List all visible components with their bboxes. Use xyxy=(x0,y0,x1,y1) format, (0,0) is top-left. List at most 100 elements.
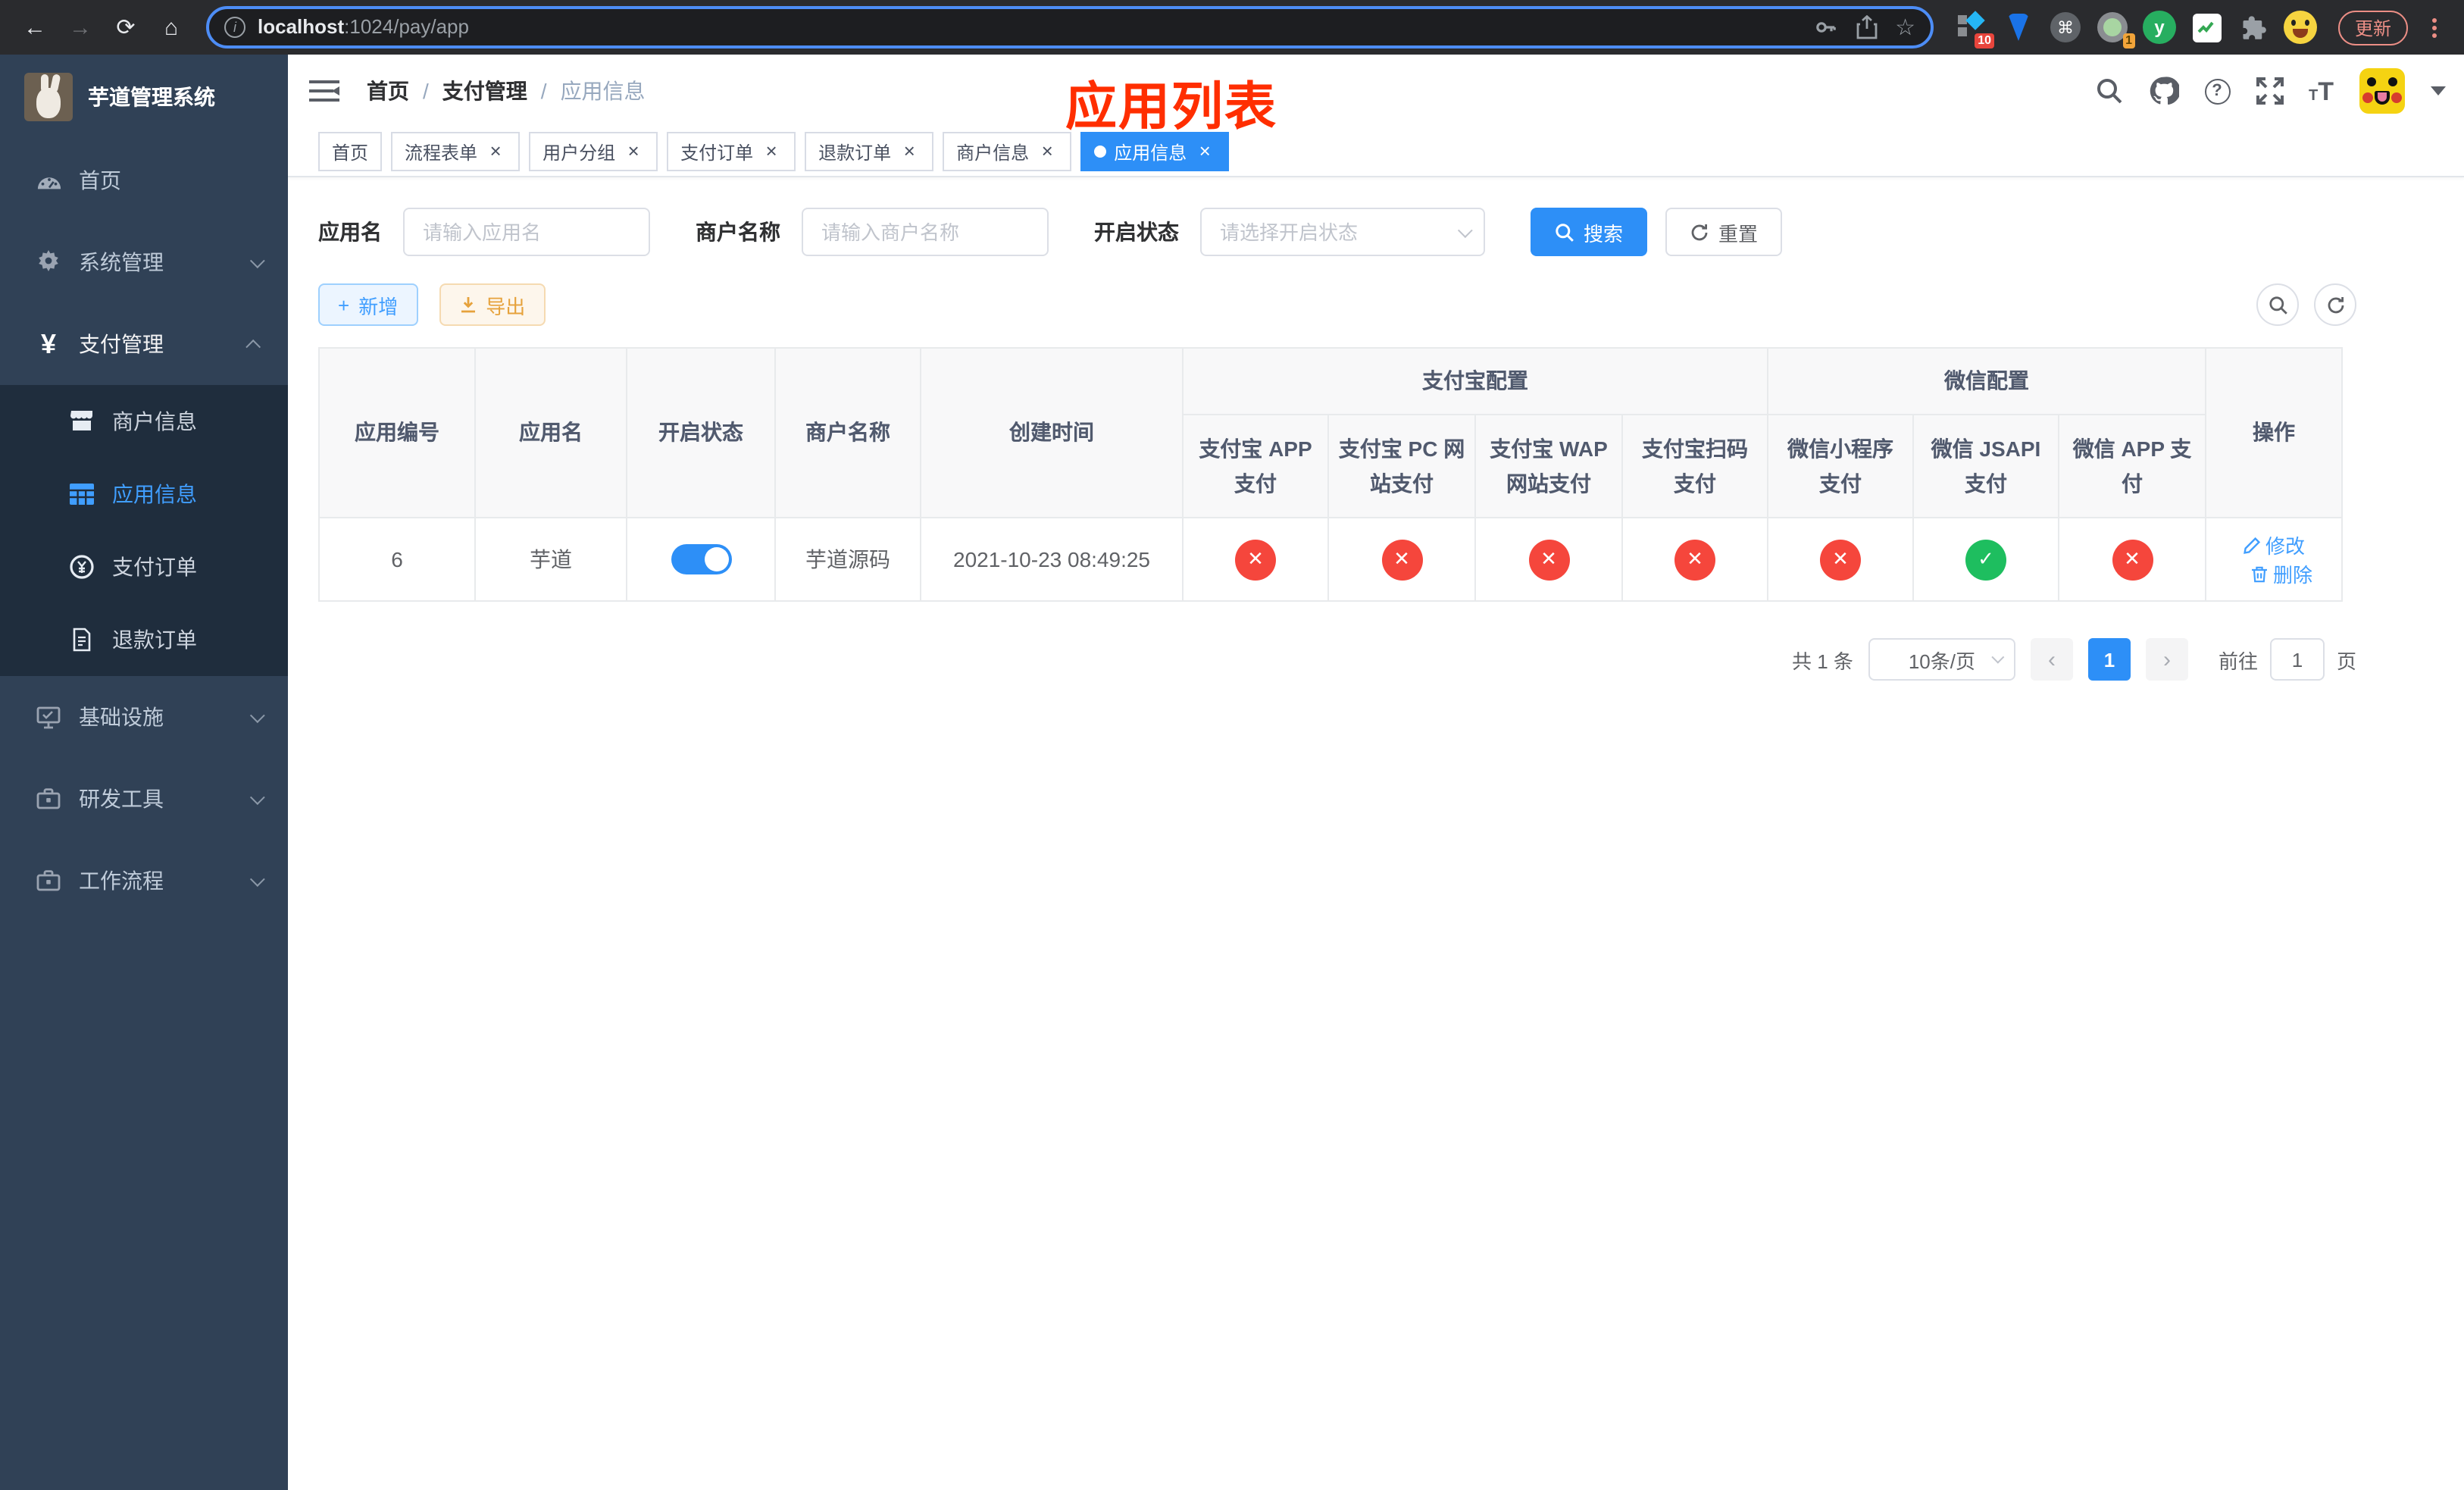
avatar[interactable] xyxy=(2359,68,2405,114)
col-header-create-time: 创建时间 xyxy=(920,347,1184,518)
tab-label: 应用信息 xyxy=(1114,142,1187,163)
extension-chart-icon[interactable] xyxy=(2190,11,2223,44)
sidebar-logo[interactable]: 芋道管理系统 xyxy=(0,55,288,139)
status-cross-icon: ✕ xyxy=(1235,539,1276,580)
cell-app-name: 芋道 xyxy=(474,517,627,602)
status-cross-icon: ✕ xyxy=(1528,539,1569,580)
tab-home[interactable]: 首页 xyxy=(318,132,383,171)
app-name-input[interactable] xyxy=(403,208,650,256)
toolbox-icon xyxy=(30,788,67,809)
forward-icon[interactable]: → xyxy=(61,8,100,47)
sidebar-item-label: 首页 xyxy=(79,168,121,193)
page-number-1[interactable]: 1 xyxy=(2087,638,2131,681)
sidebar-item-pay-order[interactable]: 支付订单 xyxy=(0,531,288,603)
sidebar-toggle-icon[interactable] xyxy=(309,79,339,103)
toggle-search-button[interactable] xyxy=(2256,283,2299,326)
tab-process-form[interactable]: 流程表单 × xyxy=(391,132,521,171)
close-icon[interactable]: × xyxy=(899,141,920,162)
share-icon[interactable] xyxy=(1856,15,1877,39)
export-button-label: 导出 xyxy=(486,295,526,318)
sidebar-item-workflow[interactable]: 工作流程 xyxy=(0,840,288,922)
monitor-check-icon xyxy=(30,706,67,728)
table-row: 6 芋道 芋道源码 2021-10-23 08:49:25 ✕ ✕ ✕ ✕ ✕ … xyxy=(318,517,2343,602)
password-key-icon[interactable] xyxy=(1813,15,1837,39)
extension-badge: 10 xyxy=(1975,33,1994,49)
sidebar-item-payment[interactable]: ¥ 支付管理 xyxy=(0,303,288,385)
tab-pay-order[interactable]: 支付订单 × xyxy=(667,132,796,171)
sidebar-item-refund-order[interactable]: 退款订单 xyxy=(0,603,288,676)
sidebar-item-home[interactable]: 首页 xyxy=(0,139,288,221)
edit-link[interactable]: 修改 xyxy=(2243,531,2305,559)
extension-kite-icon[interactable] xyxy=(2002,11,2035,44)
sidebar-item-dev-tools[interactable]: 研发工具 xyxy=(0,758,288,840)
delete-link[interactable]: 删除 xyxy=(2250,559,2312,588)
close-icon[interactable]: × xyxy=(1037,141,1058,162)
status-toggle[interactable] xyxy=(671,544,731,574)
reload-icon[interactable]: ⟳ xyxy=(106,8,145,47)
bookmark-star-icon[interactable]: ☆ xyxy=(1895,14,1915,41)
sidebar-item-label: 研发工具 xyxy=(79,787,164,811)
breadcrumb-separator: / xyxy=(540,79,547,103)
dashboard-icon xyxy=(30,170,67,191)
address-bar[interactable]: i localhost:1024/pay/app ☆ xyxy=(206,6,1934,49)
home-icon[interactable]: ⌂ xyxy=(152,8,191,47)
fullscreen-icon[interactable] xyxy=(2256,77,2283,105)
next-page-button[interactable]: › xyxy=(2145,638,2188,681)
back-icon[interactable]: ← xyxy=(15,8,55,47)
status-cross-icon: ✕ xyxy=(1820,539,1861,580)
reset-button[interactable]: 重置 xyxy=(1665,208,1783,256)
avatar-caret-icon[interactable] xyxy=(2431,86,2446,95)
url-text[interactable]: localhost:1024/pay/app xyxy=(258,14,469,41)
status-select[interactable] xyxy=(1200,208,1485,256)
browser-menu-icon[interactable] xyxy=(2423,17,2444,37)
merchant-name-input[interactable] xyxy=(802,208,1049,256)
document-icon xyxy=(64,628,100,652)
close-icon[interactable]: × xyxy=(485,141,506,162)
sidebar-item-merchant-info[interactable]: 商户信息 xyxy=(0,385,288,458)
close-icon[interactable]: × xyxy=(1194,141,1215,162)
sidebar-item-label: 商户信息 xyxy=(112,409,197,434)
refresh-button[interactable] xyxy=(2314,283,2356,326)
tab-user-group[interactable]: 用户分组 × xyxy=(529,132,658,171)
font-size-icon[interactable]: TT xyxy=(2309,78,2334,104)
tab-label: 首页 xyxy=(332,142,369,163)
page-size-select[interactable]: 10条/页 xyxy=(1868,638,2015,681)
browser-update-button[interactable]: 更新 xyxy=(2338,10,2409,45)
extension-badge: 1 xyxy=(2122,33,2135,49)
sidebar-item-app-info[interactable]: 应用信息 xyxy=(0,458,288,531)
tab-label: 退款订单 xyxy=(818,142,892,163)
extension-command-icon[interactable]: ⌘ xyxy=(2049,11,2082,44)
export-button[interactable]: 导出 xyxy=(439,283,546,326)
extension-profile-icon[interactable]: 1 xyxy=(2096,11,2135,49)
github-icon[interactable] xyxy=(2148,76,2178,106)
coin-yuan-icon xyxy=(64,555,100,579)
extension-diamond-icon[interactable]: 10 xyxy=(1955,11,1994,49)
add-button[interactable]: + 新增 xyxy=(318,283,418,326)
sidebar-item-infra[interactable]: 基础设施 xyxy=(0,676,288,758)
search-button-label: 搜索 xyxy=(1584,222,1624,245)
extension-green-y-icon[interactable]: y xyxy=(2143,11,2176,44)
col-header-alipay-app: 支付宝 APP 支付 xyxy=(1182,414,1329,518)
pagination: 共 1 条 10条/页 ‹ 1 › 前往 页 xyxy=(318,638,2356,681)
browser-avatar-icon[interactable] xyxy=(2284,11,2317,44)
close-icon[interactable]: × xyxy=(623,141,644,162)
search-button[interactable]: 搜索 xyxy=(1531,208,1648,256)
close-icon[interactable]: × xyxy=(761,141,782,162)
search-icon[interactable] xyxy=(2095,77,2122,105)
cell-actions: 修改 删除 xyxy=(2205,517,2343,602)
prev-page-button[interactable]: ‹ xyxy=(2030,638,2073,681)
goto-page-input[interactable] xyxy=(2269,638,2325,681)
plus-icon: + xyxy=(338,293,350,316)
breadcrumb-home[interactable]: 首页 xyxy=(367,76,409,106)
payment-submenu: 商户信息 应用信息 支付订单 退款订单 xyxy=(0,385,288,676)
breadcrumb: 首页 / 支付管理 / 应用信息 xyxy=(367,76,646,106)
site-info-icon[interactable]: i xyxy=(224,17,245,38)
help-icon[interactable]: ? xyxy=(2204,78,2230,104)
tab-merchant-info[interactable]: 商户信息 × xyxy=(943,132,1072,171)
tab-refund-order[interactable]: 退款订单 × xyxy=(805,132,934,171)
sidebar-item-system[interactable]: 系统管理 xyxy=(0,221,288,303)
extensions-puzzle-icon[interactable] xyxy=(2237,11,2270,44)
col-header-app-name: 应用名 xyxy=(474,347,627,518)
status-cross-icon: ✕ xyxy=(1381,539,1422,580)
breadcrumb-payment[interactable]: 支付管理 xyxy=(442,76,527,106)
